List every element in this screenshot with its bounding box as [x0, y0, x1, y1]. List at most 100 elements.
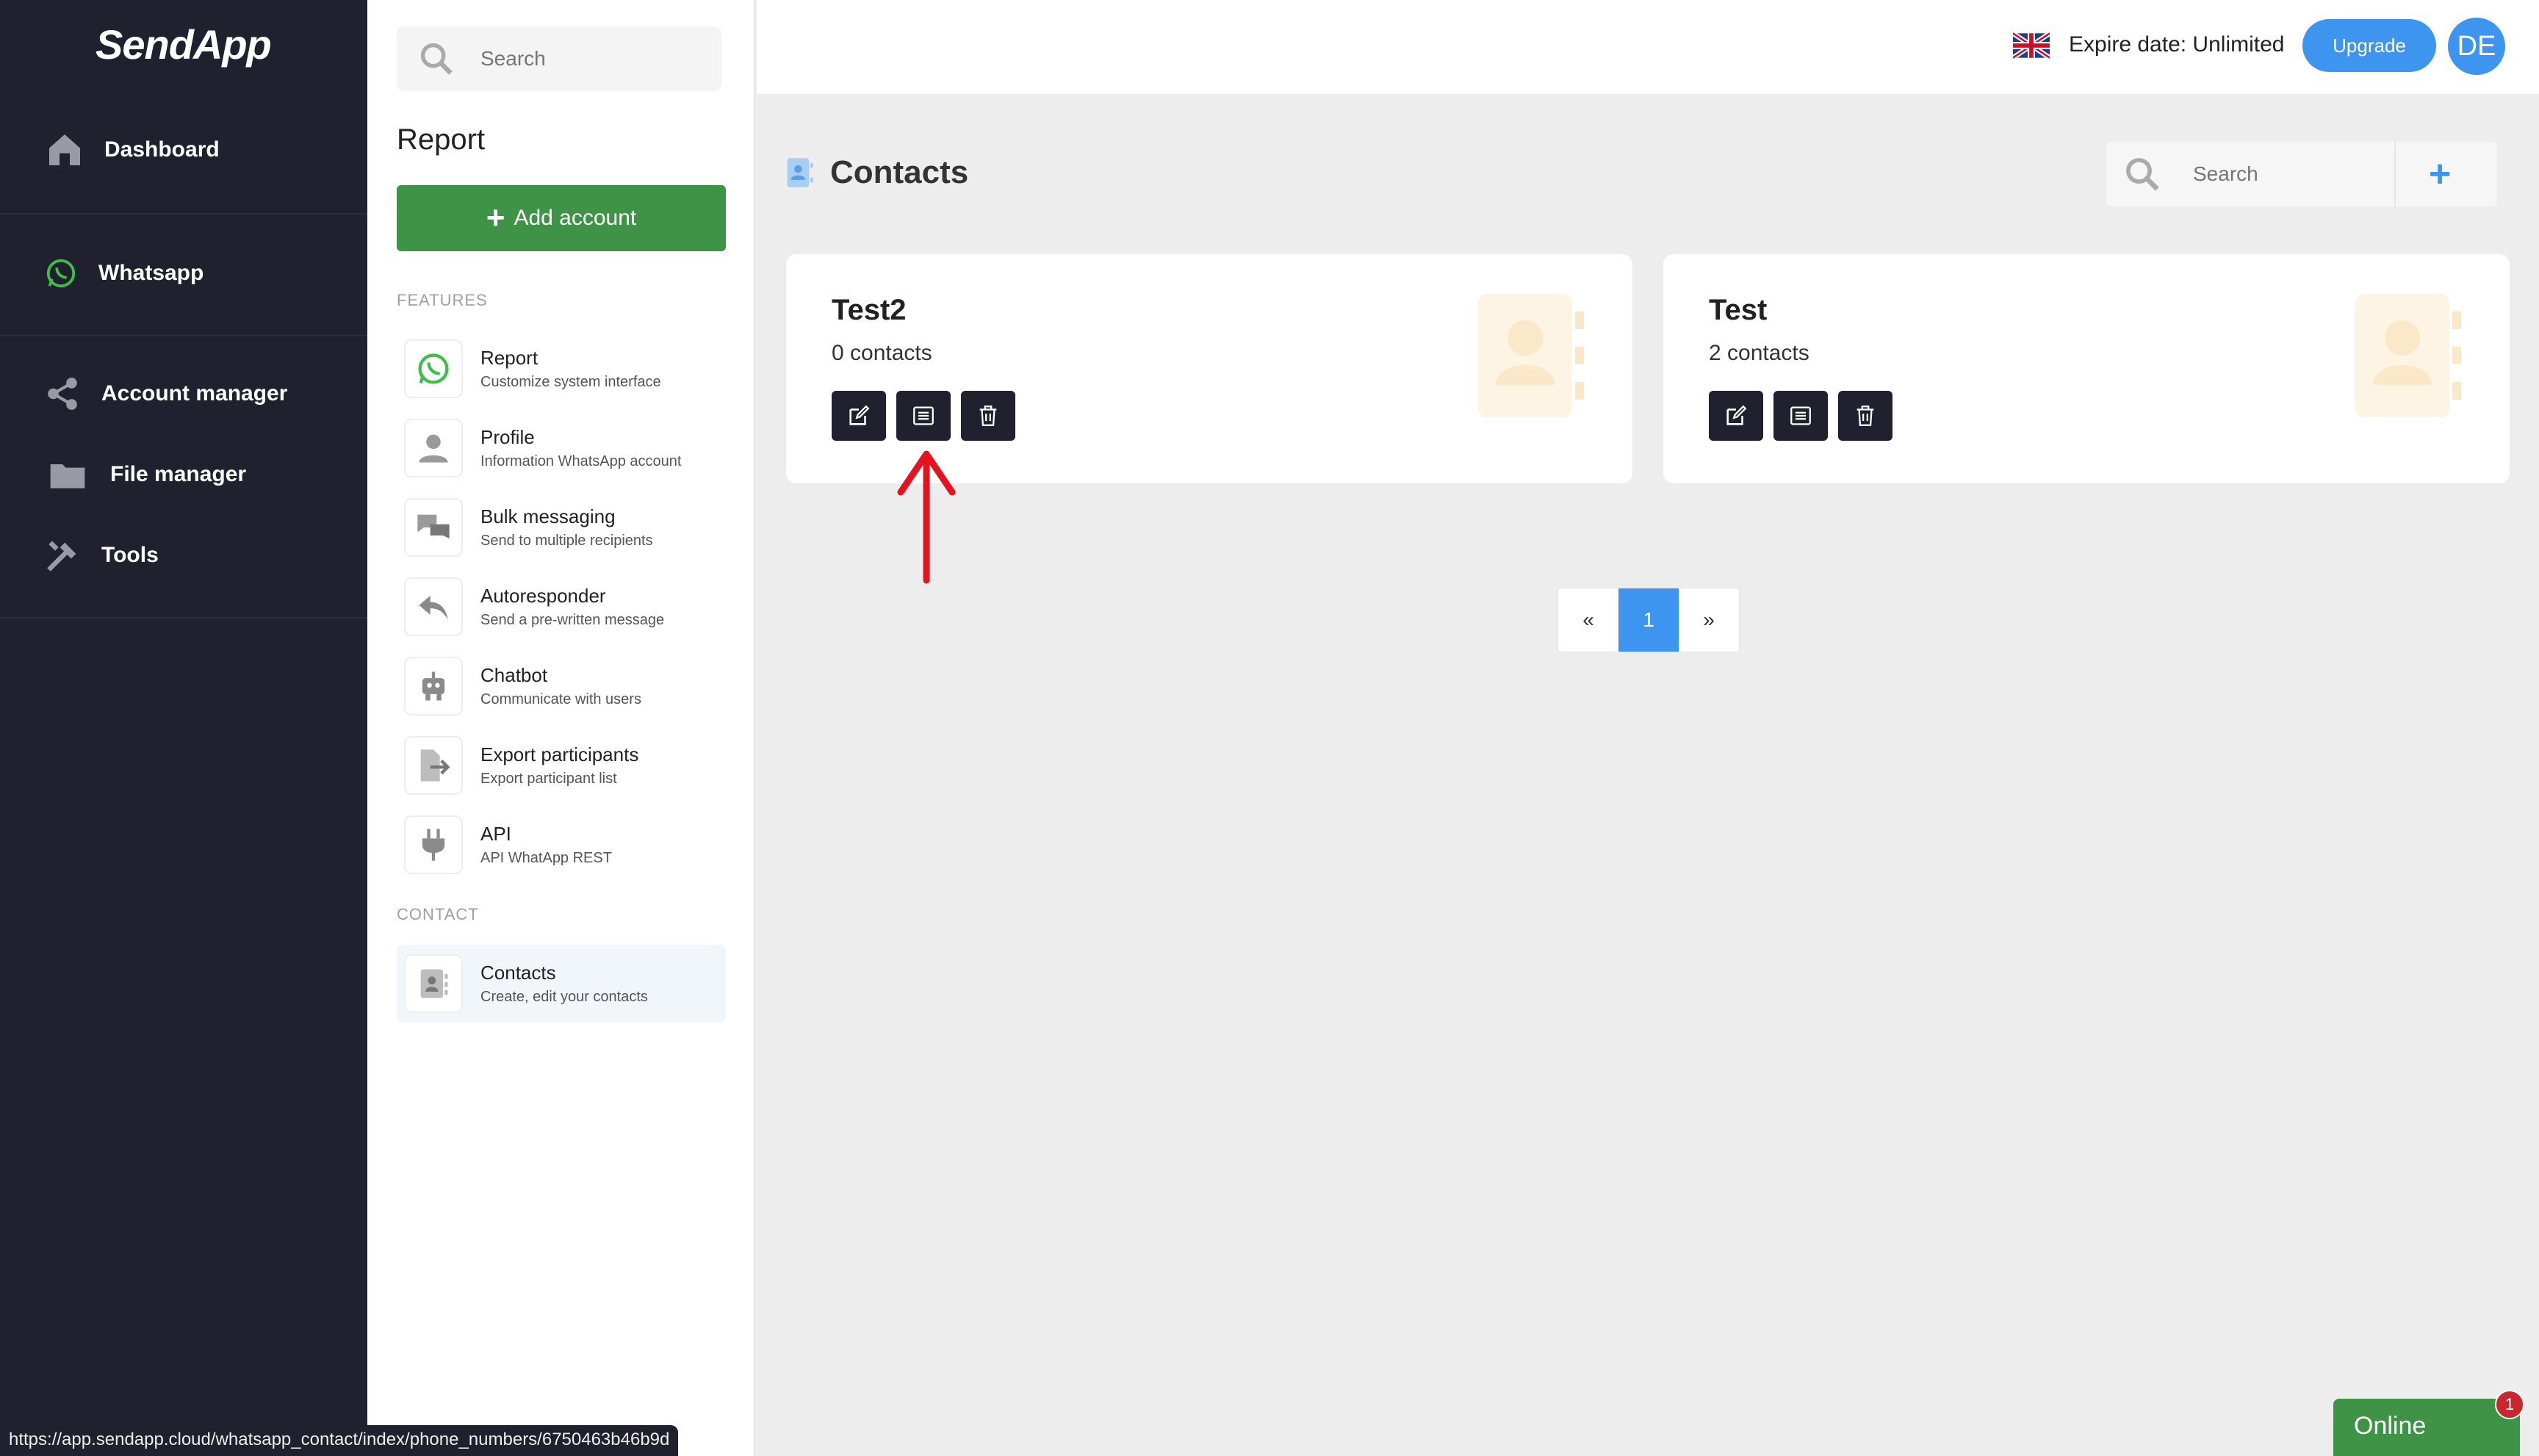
- list-numbers-button[interactable]: [896, 391, 951, 441]
- feature-icon-box: [404, 657, 463, 716]
- group-name: Test: [1709, 294, 1768, 326]
- group-count: 0 contacts: [832, 341, 932, 365]
- nav-group-1: Dashboard: [0, 95, 367, 215]
- feature-title: Chatbot: [480, 664, 548, 686]
- panel-search[interactable]: [397, 26, 721, 91]
- feature-export-participants[interactable]: Export participants Export participant li…: [404, 730, 726, 801]
- feature-profile[interactable]: Profile Information WhatsApp account: [404, 413, 726, 483]
- feature-title: Profile: [480, 426, 535, 448]
- feature-title: Report: [480, 347, 539, 369]
- card-actions: [832, 391, 1026, 441]
- feature-subtitle: Information WhatsApp account: [480, 453, 682, 469]
- feature-title: Bulk messaging: [480, 505, 616, 527]
- trash-icon: [1856, 406, 1874, 426]
- list-numbers-button[interactable]: [1773, 391, 1828, 441]
- page-title: Contacts: [830, 154, 969, 190]
- nav-item-label: File manager: [110, 462, 247, 486]
- address-book-icon: [787, 158, 813, 187]
- edit-button[interactable]: [1709, 391, 1763, 441]
- user-avatar[interactable]: DE: [2448, 18, 2505, 75]
- feature-chatbot[interactable]: Chatbot Communicate with users: [404, 651, 726, 721]
- app-logo[interactable]: SendApp: [96, 21, 272, 68]
- reply-icon: [419, 595, 448, 620]
- user-icon: [419, 434, 448, 463]
- feature-subtitle: Export participant list: [480, 771, 617, 787]
- feature-icon-box: [404, 815, 463, 874]
- feature-icon-box: [404, 419, 463, 477]
- search-icon: [2126, 158, 2159, 191]
- feature-icon-box: [404, 498, 463, 557]
- feature-icon-box: [404, 339, 463, 398]
- delete-button[interactable]: [961, 391, 1015, 441]
- features-panel: Report + Add account FEATURES Report Cust…: [367, 0, 755, 1456]
- group-count: 2 contacts: [1709, 341, 1809, 365]
- list-icon: [1790, 406, 1811, 425]
- robot-icon: [422, 671, 445, 701]
- page-prev-button[interactable]: «: [1558, 588, 1618, 652]
- features-section-label: FEATURES: [397, 291, 488, 309]
- feature-subtitle: Create, edit your contacts: [480, 989, 648, 1005]
- feature-subtitle: Customize system interface: [480, 374, 661, 390]
- online-label: Online: [2354, 1412, 2427, 1440]
- feature-subtitle: Send to multiple recipients: [480, 533, 653, 549]
- contacts-search-input[interactable]: [2193, 162, 2391, 186]
- online-chat-widget[interactable]: Online: [2333, 1399, 2520, 1456]
- feature-title: Contacts: [480, 962, 556, 984]
- feature-subtitle: API WhatApp REST: [480, 850, 612, 866]
- file-export-icon: [420, 749, 450, 782]
- nav-item-label: Dashboard: [104, 137, 220, 162]
- delete-button[interactable]: [1838, 391, 1892, 441]
- feature-title: Export participants: [480, 743, 639, 765]
- feature-autoresponder[interactable]: Autoresponder Send a pre-written message: [404, 572, 726, 642]
- search-icon: [420, 43, 453, 75]
- feature-contacts[interactable]: Contacts Create, edit your contacts: [397, 945, 726, 1023]
- whatsapp-icon: [418, 353, 449, 384]
- add-account-label: Add account: [514, 206, 637, 230]
- share-icon: [48, 378, 77, 410]
- nav-group-2: Whatsapp: [0, 215, 367, 336]
- panel-search-input[interactable]: [480, 47, 701, 71]
- feature-api[interactable]: API API WhatApp REST: [404, 810, 726, 880]
- nav-item-dashboard[interactable]: Dashboard: [44, 128, 220, 172]
- contacts-search: +: [2106, 141, 2498, 207]
- feature-icon-box: [404, 736, 463, 795]
- page-current-button[interactable]: 1: [1618, 588, 1679, 652]
- top-bar: Expire date: Unlimited Upgrade DE: [757, 0, 2539, 94]
- feature-bulk-messaging[interactable]: Bulk messaging Send to multiple recipient…: [404, 492, 726, 563]
- upgrade-button[interactable]: Upgrade: [2302, 19, 2436, 72]
- home-icon: [49, 134, 80, 165]
- folder-icon: [50, 464, 85, 489]
- nav-group-3: Account manager File manager Tools: [0, 336, 367, 619]
- uk-flag-icon[interactable]: [2013, 32, 2050, 59]
- feature-title: Autoresponder: [480, 585, 606, 607]
- feature-report[interactable]: Report Customize system interface: [404, 334, 726, 404]
- card-actions: [1709, 391, 1903, 441]
- panel-title: Report: [397, 123, 486, 156]
- feature-title: API: [480, 823, 511, 845]
- status-bar-url: https://app.sendapp.cloud/whatsapp_conta…: [0, 1425, 679, 1456]
- add-contact-group-button[interactable]: +: [2396, 141, 2484, 207]
- annotation-arrow-icon: [897, 450, 956, 584]
- feature-icon-box: [404, 577, 463, 636]
- nav-item-label: Account manager: [101, 381, 288, 406]
- chat-bubbles-icon: [417, 514, 450, 539]
- plug-icon: [422, 829, 445, 861]
- nav-item-tools[interactable]: Tools: [44, 533, 159, 577]
- contact-section-label: CONTACT: [397, 905, 479, 923]
- feature-subtitle: Communicate with users: [480, 691, 641, 707]
- address-book-icon: [2355, 294, 2461, 417]
- add-account-button[interactable]: + Add account: [397, 185, 726, 251]
- edit-icon: [849, 405, 870, 425]
- nav-item-label: Whatsapp: [98, 261, 204, 285]
- expire-date: Expire date: Unlimited: [2069, 32, 2285, 57]
- nav-item-whatsapp[interactable]: Whatsapp: [44, 251, 204, 295]
- edit-button[interactable]: [832, 391, 886, 441]
- nav-item-file-manager[interactable]: File manager: [44, 453, 246, 497]
- tools-icon: [47, 541, 76, 572]
- page-next-button[interactable]: »: [1679, 588, 1739, 652]
- edit-icon: [1726, 405, 1747, 425]
- nav-item-label: Tools: [101, 543, 159, 567]
- list-icon: [913, 406, 934, 425]
- nav-item-account-manager[interactable]: Account manager: [44, 372, 287, 416]
- feature-subtitle: Send a pre-written message: [480, 612, 665, 628]
